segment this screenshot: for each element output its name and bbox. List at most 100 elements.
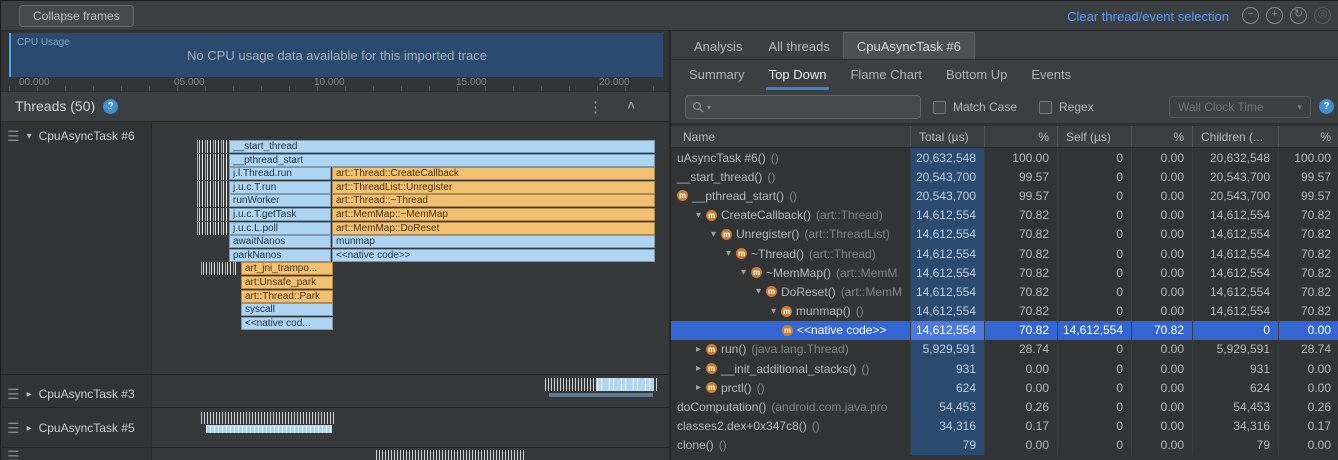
zoom-out-icon[interactable]: − (1242, 7, 1259, 24)
tab-summary[interactable]: Summary (677, 60, 757, 90)
chevron-down-icon[interactable]: ▾ (752, 286, 765, 297)
table-row[interactable]: ▾mUnregister()(art::ThreadList)14,612,55… (671, 225, 1338, 244)
drag-handle-icon[interactable]: ☰ (7, 389, 20, 399)
analysis-panel: Analysis All threads CpuAsyncTask #6 Sum… (671, 31, 1338, 460)
kebab-menu-icon[interactable]: ⋮ (588, 98, 603, 116)
tab-flame-chart[interactable]: Flame Chart (838, 60, 934, 90)
method-name: __pthread_start() (692, 189, 784, 203)
tab-top-down[interactable]: Top Down (757, 60, 839, 90)
timeline-ruler[interactable]: 00.00005.00010.00015.00020.000 (9, 77, 663, 91)
cell-spct: 0.00 (1132, 206, 1193, 225)
cell-tpct: 0.00 (985, 378, 1058, 397)
table-row[interactable]: __start_thread()()20,543,70099.5700.0020… (671, 167, 1338, 186)
search-input[interactable] (714, 100, 914, 114)
flame-frame[interactable]: parkNanos (229, 249, 331, 262)
flame-frame[interactable]: awaitNanos (229, 235, 331, 248)
flame-frame[interactable]: art::ThreadList::Unregister (332, 181, 655, 194)
help-icon[interactable]: ? (103, 99, 118, 114)
cell-total: 79 (911, 436, 985, 455)
chevron-down-icon[interactable]: ▾ (737, 267, 750, 278)
column-self[interactable]: Self (µs) (1058, 126, 1132, 147)
method-icon: m (751, 267, 762, 278)
collapse-frames-button[interactable]: Collapse frames (19, 5, 134, 27)
clear-selection-link[interactable]: Clear thread/event selection (1067, 9, 1229, 24)
column-children[interactable]: Children (... (1193, 126, 1279, 147)
table-row[interactable]: ▾mmunmap()()14,612,55470.8200.0014,612,5… (671, 302, 1338, 321)
flame-frame[interactable]: j.l.Thread.run (229, 167, 331, 180)
method-icon: m (782, 325, 793, 336)
flame-frame[interactable]: art_jni_trampo... (241, 262, 333, 275)
table-row[interactable]: ▸m__init_additional_stacks()()9310.0000.… (671, 359, 1338, 378)
table-row[interactable]: ▸mrun()(java.lang.Thread)5,929,59128.740… (671, 340, 1338, 359)
clock-mode-dropdown[interactable]: Wall Clock Time ▾ (1169, 96, 1311, 118)
table-row[interactable]: ▸mprctl()()6240.0000.006240.00 (671, 378, 1338, 397)
flame-frame[interactable]: art::Thread::~Thread (332, 194, 655, 207)
cell-self: 0 (1058, 397, 1132, 416)
flame-frame[interactable]: munmap (332, 235, 655, 248)
flame-frame[interactable]: __start_thread (229, 140, 655, 153)
cell-cpct: 0.00 (1279, 378, 1338, 397)
chevron-right-icon[interactable]: ▸ (692, 382, 705, 393)
flame-frame[interactable]: __pthread_start (229, 154, 655, 167)
chevron-down-icon[interactable]: ▾ (27, 131, 32, 142)
search-options-chevron-icon[interactable]: ▾ (707, 103, 711, 112)
drag-handle-icon[interactable]: ☰ (7, 423, 20, 433)
collapse-section-icon[interactable]: ˄ (627, 98, 635, 113)
chevron-down-icon[interactable]: ▾ (692, 210, 705, 221)
zoom-in-icon[interactable]: + (1266, 7, 1283, 24)
chevron-right-icon[interactable]: ▸ (692, 363, 705, 374)
flame-frame[interactable]: <<native cod... (241, 317, 333, 330)
column-self-pct[interactable]: % (1132, 126, 1193, 147)
column-name[interactable]: Name (671, 126, 911, 147)
thread-row-cpuasynctask5[interactable]: ☰ ▸ CpuAsyncTask #5 (1, 411, 135, 445)
chevron-down-icon[interactable]: ▾ (722, 248, 735, 259)
table-row[interactable]: ▾m~Thread()(art::Thread)14,612,55470.820… (671, 244, 1338, 263)
drag-handle-icon[interactable]: ☰ (7, 131, 20, 141)
cpu-usage-panel[interactable]: CPU Usage No CPU usage data available fo… (9, 33, 663, 77)
time-tick-label: 05.000 (174, 77, 205, 88)
divider (1, 374, 669, 375)
flame-frame[interactable]: j.u.c.L.poll (229, 222, 331, 235)
table-row[interactable]: m__pthread_start()()20,543,70099.5700.00… (671, 186, 1338, 205)
thread-row-cpuasynctask3[interactable]: ☰ ▸ CpuAsyncTask #3 (1, 380, 135, 408)
flame-frame[interactable]: art::MemMap::DoReset (332, 222, 655, 235)
flame-frame[interactable]: art::MemMap::~MemMap (332, 208, 655, 221)
chevron-right-icon[interactable]: ▸ (692, 344, 705, 355)
match-case-checkbox[interactable] (933, 101, 946, 114)
regex-checkbox[interactable] (1039, 101, 1052, 114)
column-children-pct[interactable]: % (1279, 126, 1338, 147)
chevron-down-icon[interactable]: ▾ (767, 306, 780, 317)
table-row[interactable]: clone()()790.0000.00790.00 (671, 436, 1338, 455)
thread-row-cpuasynctask6[interactable]: ☰ ▾ CpuAsyncTask #6 (1, 125, 135, 147)
flame-frame[interactable]: syscall (241, 303, 333, 316)
flame-frame[interactable]: j.u.c.T.getTask (229, 208, 331, 221)
table-row[interactable]: ▾mCreateCallback()(art::Thread)14,612,55… (671, 206, 1338, 225)
tab-bottom-up[interactable]: Bottom Up (934, 60, 1019, 90)
table-row[interactable]: ▾mDoReset()(art::MemM14,612,55470.8200.0… (671, 282, 1338, 301)
cell-total: 14,612,554 (911, 282, 985, 301)
flame-frame[interactable]: art::Thread::Park (241, 290, 333, 303)
help-icon[interactable]: ? (1319, 99, 1334, 114)
tab-events[interactable]: Events (1019, 60, 1083, 90)
search-box[interactable]: ▾ (685, 95, 921, 119)
chevron-down-icon[interactable]: ▾ (707, 229, 720, 240)
zoom-to-selection-icon[interactable]: ◎ (1314, 7, 1331, 24)
column-total-pct[interactable]: % (985, 126, 1058, 147)
column-total[interactable]: Total (µs) (911, 126, 985, 147)
tab-cpuasynctask6[interactable]: CpuAsyncTask #6 (843, 32, 975, 59)
flame-frame[interactable]: <<native code>> (332, 249, 655, 262)
flame-frame[interactable]: j.u.c.T.run (229, 181, 331, 194)
table-row[interactable]: uAsyncTask #6()()20,632,548100.0000.0020… (671, 148, 1338, 167)
flame-frame[interactable]: art:Unsafe_park (241, 276, 333, 289)
table-row[interactable]: classes2.dex+0x347c8()()34,3160.1700.003… (671, 417, 1338, 436)
tab-all-threads[interactable]: All threads (755, 34, 842, 59)
table-row[interactable]: m<<native code>>14,612,55470.8214,612,55… (671, 321, 1338, 340)
tab-analysis[interactable]: Analysis (681, 34, 755, 59)
table-row[interactable]: doComputation()(android.com.java.pro54,4… (671, 397, 1338, 416)
flame-frame[interactable]: runWorker (229, 194, 331, 207)
reset-zoom-icon[interactable]: ↻ (1290, 7, 1307, 24)
flame-frame[interactable]: art::Thread::CreateCallback (332, 167, 655, 180)
chevron-right-icon[interactable]: ▸ (27, 423, 32, 434)
chevron-right-icon[interactable]: ▸ (27, 389, 32, 400)
table-row[interactable]: ▾m~MemMap()(art::MemM14,612,55470.8200.0… (671, 263, 1338, 282)
